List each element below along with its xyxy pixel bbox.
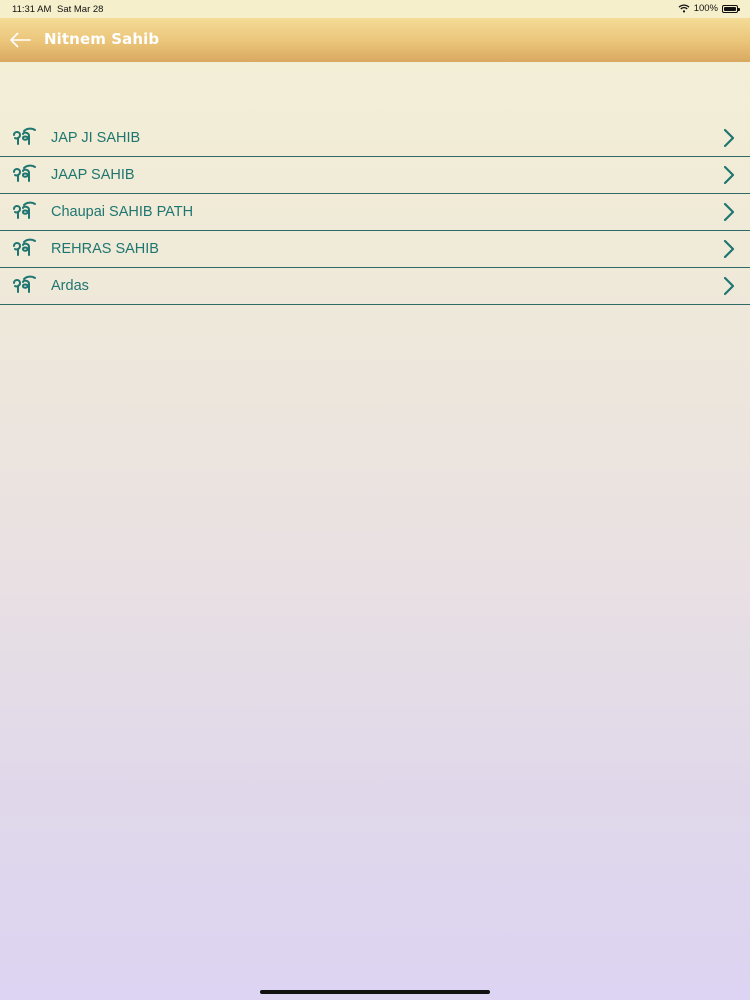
wifi-icon <box>678 4 690 13</box>
list-item-label: Ardas <box>51 278 89 294</box>
status-right: 100% <box>678 3 740 14</box>
ik-onkar-icon <box>13 201 36 219</box>
ik-onkar-icon <box>13 164 36 182</box>
arrow-left-icon <box>10 32 31 48</box>
status-bar: 11:31 AM Sat Mar 28 100% <box>0 0 750 18</box>
list-item-label: JAAP SAHIB <box>51 167 135 183</box>
chevron-right-icon <box>723 202 735 222</box>
nitnem-list: JAP JI SAHIB JAAP SAHIB Chaupai SAHIB PA… <box>0 120 750 305</box>
list-item-chaupai-sahib-path[interactable]: Chaupai SAHIB PATH <box>0 194 750 231</box>
list-item-rehras-sahib[interactable]: REHRAS SAHIB <box>0 231 750 268</box>
nav-bar: Nitnem Sahib <box>0 18 750 62</box>
list-item-jaap-sahib[interactable]: JAAP SAHIB <box>0 157 750 194</box>
list-item-label: REHRAS SAHIB <box>51 241 159 257</box>
battery-icon <box>722 4 740 13</box>
list-item-label: JAP JI SAHIB <box>51 130 141 146</box>
battery-percent: 100% <box>693 3 718 14</box>
status-date: Sat Mar 28 <box>57 4 104 15</box>
ik-onkar-icon <box>13 275 36 293</box>
list-item-jap-ji-sahib[interactable]: JAP JI SAHIB <box>0 120 750 157</box>
chevron-right-icon <box>723 276 735 296</box>
back-button[interactable] <box>6 26 34 54</box>
ik-onkar-icon <box>13 238 36 256</box>
chevron-right-icon <box>723 128 735 148</box>
ik-onkar-icon <box>13 127 36 145</box>
status-time: 11:31 AM <box>12 4 52 15</box>
list-item-label: Chaupai SAHIB PATH <box>51 204 194 220</box>
chevron-right-icon <box>723 165 735 185</box>
home-indicator[interactable] <box>260 990 490 994</box>
page-title: Nitnem Sahib <box>44 30 160 48</box>
chevron-right-icon <box>723 239 735 259</box>
list-item-ardas[interactable]: Ardas <box>0 268 750 305</box>
